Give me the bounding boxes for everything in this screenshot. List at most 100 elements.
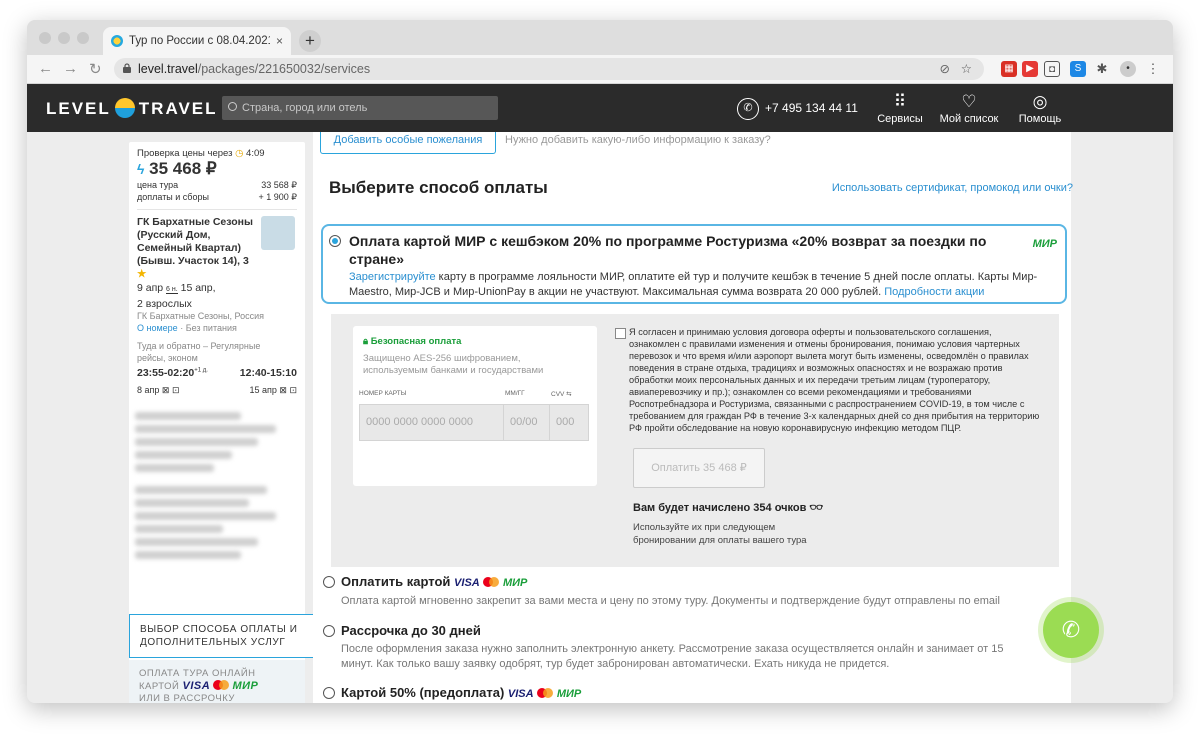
- reload-icon[interactable]: ↻: [89, 60, 102, 78]
- payment-option-prepayment[interactable]: Картой 50% (предоплата) VISA МИР: [323, 685, 581, 702]
- special-requests-button[interactable]: Добавить особые пожелания: [320, 132, 496, 154]
- cvv-field[interactable]: 000: [549, 404, 589, 441]
- step-online-payment[interactable]: ОПЛАТА ТУРА ОНЛАЙН КАРТОЙ VISA МИР ИЛИ В…: [129, 660, 305, 703]
- terms-agreement: Я согласен и принимаю условия договора о…: [603, 326, 1043, 434]
- radio-card[interactable]: [323, 576, 335, 588]
- room-info-link[interactable]: О номере: [137, 323, 178, 333]
- nav-my-list-label: Мой список: [939, 113, 999, 125]
- radio-prepayment[interactable]: [323, 687, 335, 699]
- payment-option-card[interactable]: Оплатить картой VISA МИР Оплата картой м…: [323, 574, 1000, 609]
- total-price-value: 35 468 ₽: [149, 159, 217, 178]
- promo-details-link[interactable]: Подробности акции: [884, 286, 984, 298]
- lock-icon: [123, 63, 131, 73]
- mir-logo-icon: МИР: [232, 680, 259, 692]
- call-button[interactable]: ✆: [1043, 602, 1099, 658]
- return-date: 15 апр ⊠ ⊡: [249, 385, 297, 395]
- card-input-panel: 🔒︎ Безопасная оплата Защищено AES-256 ши…: [353, 326, 597, 486]
- nav-services[interactable]: ⠿ Сервисы: [865, 91, 935, 125]
- sun-logo-icon: [114, 98, 135, 118]
- register-card-link[interactable]: Зарегистрируйте: [349, 271, 436, 283]
- radio-installment[interactable]: [323, 625, 335, 637]
- flight-type: Туда и обратно – Регулярные рейсы, эконо…: [137, 341, 261, 363]
- luggage-icon: ⊠ ⊡: [279, 385, 297, 395]
- tab-bar: Тур по России с 08.04.2021 н × +: [27, 20, 1173, 55]
- nav-help-label: Помощь: [1018, 113, 1062, 125]
- site-header: LEVEL TRAVEL Страна, город или отель ✆ +7 …: [27, 84, 1173, 132]
- step-payment-options[interactable]: ВЫБОР СПОСОБА ОПЛАТЫ И ДОПОЛНИТЕЛЬНЫХ УС…: [129, 614, 313, 658]
- phone-icon: ✆: [1061, 617, 1081, 642]
- terms-checkbox[interactable]: [615, 328, 626, 339]
- outbound-flight-time: 23:55-02:20+1 д.: [137, 367, 208, 379]
- page-content: Проверка цены через ◷ 4:09 ϟ 35 468 ₽ це…: [27, 132, 1173, 703]
- tour-price-value: 33 568 ₽: [261, 180, 297, 190]
- profile-avatar-icon[interactable]: •: [1120, 61, 1136, 77]
- phone-number: +7 495 134 44 11: [765, 101, 858, 115]
- site-logo[interactable]: LEVEL TRAVEL: [46, 98, 218, 119]
- search-icon: [228, 102, 237, 111]
- expiry-label: ММ/ГГ: [505, 390, 525, 397]
- translate-icon[interactable]: ⊘: [940, 58, 950, 80]
- phone-contact[interactable]: ✆ +7 495 134 44 11: [737, 96, 858, 120]
- option-title: Рассрочка до 30 дней: [341, 623, 481, 638]
- encryption-note: Защищено AES-256 шифрованием, используем…: [363, 353, 544, 376]
- window-minimize-dot[interactable]: [58, 32, 70, 44]
- search-input[interactable]: Страна, город или отель: [222, 96, 498, 120]
- window-zoom-dot[interactable]: [77, 32, 89, 44]
- logo-text-left: LEVEL: [46, 99, 111, 118]
- nav-my-list[interactable]: ♡ Мой список: [934, 91, 1004, 125]
- expiry-field[interactable]: 00/00: [503, 404, 551, 441]
- extension-s-icon[interactable]: S: [1070, 61, 1086, 77]
- logo-text-right: TRAVEL: [138, 99, 218, 118]
- url-path: /packages/221650032/services: [197, 62, 371, 76]
- nav-help[interactable]: ◎ Помощь: [1005, 91, 1075, 125]
- phone-icon: ✆: [737, 97, 759, 120]
- price-check-label: Проверка цены через: [137, 148, 233, 159]
- special-requests-hint: Нужно добавить какую-либо информацию к з…: [505, 134, 771, 146]
- hotel-thumbnail[interactable]: [261, 216, 295, 250]
- return-flight-time: 12:40-15:10: [239, 367, 297, 379]
- lifebuoy-icon: ◎: [1032, 92, 1048, 111]
- page-title: Выберите способ оплаты: [329, 178, 548, 197]
- fees-value: + 1 900 ₽: [258, 192, 297, 202]
- total-price: ϟ 35 468 ₽: [137, 159, 297, 179]
- terms-text: Я согласен и принимаю условия договора о…: [629, 327, 1040, 433]
- order-sidebar: Проверка цены через ◷ 4:09 ϟ 35 468 ₽ це…: [129, 142, 313, 703]
- payment-option-mir-cashback[interactable]: МИР Оплата картой МИР с кешбэком 20% по …: [321, 224, 1067, 304]
- forward-arrow-icon[interactable]: →: [63, 60, 78, 77]
- payment-option-installment[interactable]: Рассрочка до 30 дней После оформления за…: [323, 623, 1013, 672]
- back-arrow-icon[interactable]: ←: [38, 60, 53, 77]
- points-title: Вам будет начислено 354 очков 👓︎: [633, 502, 824, 514]
- tab-close-icon[interactable]: ×: [276, 34, 283, 48]
- extension-play-icon[interactable]: ▶: [1022, 61, 1038, 77]
- hotel-name[interactable]: ГК Бархатные Сезоны (Русский Дом, Семейн…: [137, 216, 257, 281]
- mastercard-logo-icon: [483, 577, 500, 587]
- extensions-puzzle-icon[interactable]: ✱: [1094, 61, 1110, 77]
- card-number-field[interactable]: 0000 0000 0000 0000: [359, 404, 505, 441]
- cvv-label: CVV ⇆: [551, 391, 572, 398]
- visa-logo-icon: VISA: [182, 680, 211, 692]
- fees-label: доплаты и сборы: [137, 192, 209, 202]
- radio-mir-cashback[interactable]: [329, 235, 341, 247]
- glasses-icon: 👓︎: [809, 502, 824, 514]
- trip-dates: 9 апр 6 н. 15 апр,: [137, 282, 216, 294]
- price-check-timer: 4:09: [246, 148, 265, 159]
- clock-icon: ◷: [235, 148, 244, 159]
- price-check: Проверка цены через ◷ 4:09: [137, 148, 297, 159]
- window-close-dot[interactable]: [39, 32, 51, 44]
- pay-button[interactable]: Оплатить 35 468 ₽: [633, 448, 765, 488]
- lightning-icon: ϟ: [137, 161, 145, 177]
- extension-shield-icon[interactable]: ◘: [1044, 61, 1060, 77]
- browser-tab[interactable]: Тур по России с 08.04.2021 н ×: [103, 27, 291, 55]
- extension-badge-icon[interactable]: ▦: [1001, 61, 1017, 77]
- payment-main: Добавить особые пожелания Нужно добавить…: [313, 132, 1073, 703]
- star-icon: ★: [137, 268, 147, 280]
- certificate-link[interactable]: Использовать сертификат, промокод или оч…: [832, 182, 1073, 194]
- browser-menu-icon[interactable]: ⋮: [1145, 61, 1161, 77]
- bookmark-star-icon[interactable]: ☆: [961, 58, 972, 80]
- mir-logo-icon: МИР: [1032, 238, 1057, 250]
- visa-logo-icon: VISA: [454, 577, 480, 589]
- meal-plan: · Без питания: [180, 323, 237, 333]
- address-bar[interactable]: level.travel/packages/221650032/services…: [114, 58, 984, 80]
- new-tab-button[interactable]: +: [299, 30, 321, 52]
- blurred-passenger-info: [129, 412, 305, 559]
